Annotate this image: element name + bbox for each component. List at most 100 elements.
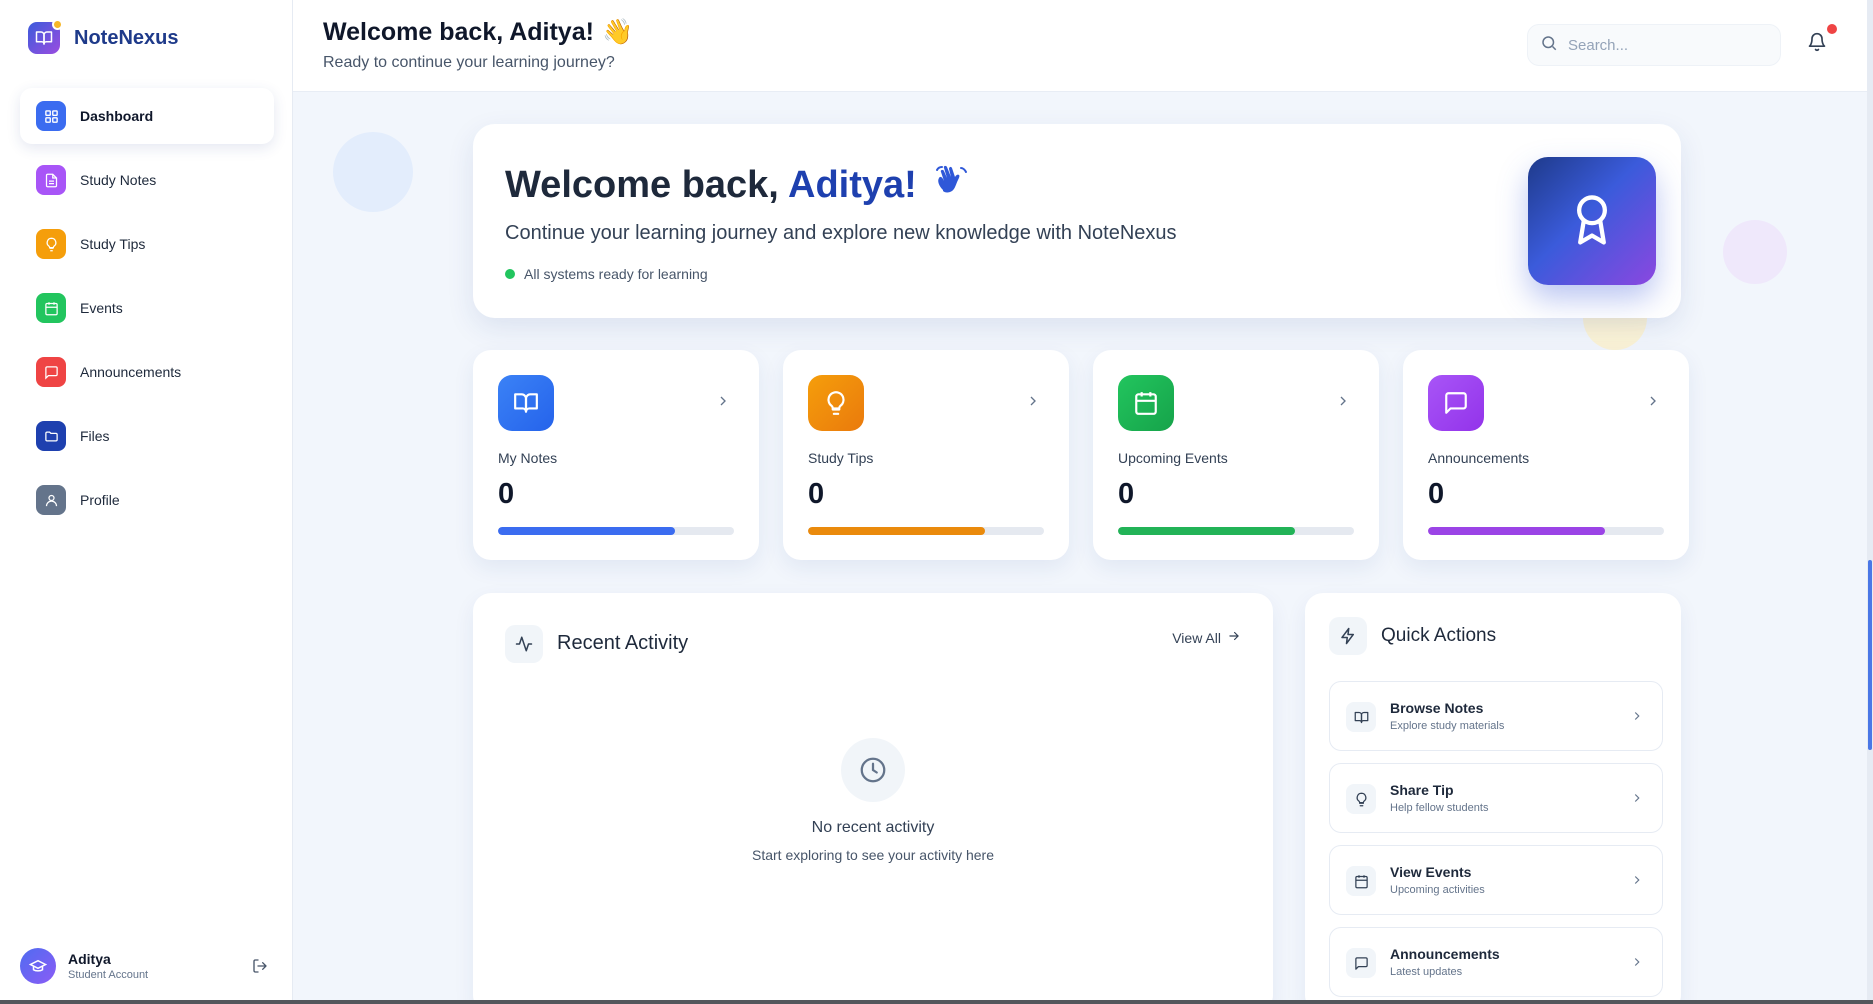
lightbulb-icon <box>808 375 864 431</box>
message-square-icon <box>1346 948 1376 978</box>
grid-icon <box>36 101 66 131</box>
waving-hand-icon <box>931 160 971 210</box>
page-title: Welcome back, Aditya! 👋 <box>323 18 633 47</box>
chevron-right-icon <box>1645 393 1661 409</box>
page-subtitle: Ready to continue your learning journey? <box>323 54 615 71</box>
sidebar-item-study-notes[interactable]: Study Notes <box>20 152 274 208</box>
app-window: NoteNexus Dashboard Study Notes Study Ti… <box>0 0 1873 1000</box>
graduation-cap-icon <box>20 948 56 984</box>
book-open-icon <box>28 19 63 54</box>
notification-bell-icon[interactable] <box>1807 24 1837 56</box>
stat-progress <box>1428 527 1664 535</box>
stat-progress <box>498 527 734 535</box>
quick-action-subtitle: Help fellow students <box>1390 802 1489 814</box>
stat-card-my-notes[interactable]: My Notes 0 <box>473 350 759 560</box>
quick-action-subtitle: Latest updates <box>1390 966 1463 978</box>
sidebar-item-files[interactable]: Files <box>20 408 274 464</box>
sidebar: NoteNexus Dashboard Study Notes Study Ti… <box>0 0 293 1000</box>
stat-progress <box>808 527 1044 535</box>
decor-circle-blue <box>333 132 413 212</box>
stats-row: My Notes 0 Study Tips 0 Upcoming Events <box>473 350 1689 560</box>
user-name: Aditya <box>68 951 111 967</box>
activity-icon <box>505 625 543 663</box>
quick-action-title: Browse Notes <box>1390 700 1484 716</box>
stat-label: Study Tips <box>808 450 874 466</box>
folder-icon <box>36 421 66 451</box>
waving-hand-icon: 👋 <box>601 18 634 46</box>
sidebar-item-announcements[interactable]: Announcements <box>20 344 274 400</box>
stat-progress-fill <box>498 527 675 535</box>
stat-card-upcoming-events[interactable]: Upcoming Events 0 <box>1093 350 1379 560</box>
hero-description: Continue your learning journey and explo… <box>505 222 1177 244</box>
window-bottom-edge <box>0 1000 1873 1004</box>
user-profile[interactable]: Aditya Student Account <box>20 946 274 986</box>
stat-value: 0 <box>498 478 515 510</box>
sidebar-item-label: Announcements <box>80 364 182 380</box>
quick-action-title: Share Tip <box>1390 782 1454 798</box>
stat-label: My Notes <box>498 450 558 466</box>
sidebar-item-label: Profile <box>80 492 120 508</box>
quick-actions-panel: Quick Actions Browse Notes Explore study… <box>1305 593 1681 1000</box>
decor-circle-purple <box>1723 220 1787 284</box>
stat-label: Upcoming Events <box>1118 450 1228 466</box>
award-icon <box>1528 157 1656 285</box>
clock-icon <box>841 738 905 802</box>
brand[interactable]: NoteNexus <box>28 19 178 54</box>
sidebar-item-events[interactable]: Events <box>20 280 274 336</box>
empty-state-subtitle: Start exploring to see your activity her… <box>751 847 994 863</box>
stat-card-announcements[interactable]: Announcements 0 <box>1403 350 1689 560</box>
sidebar-item-profile[interactable]: Profile <box>20 472 274 528</box>
quick-action-view-events[interactable]: View Events Upcoming activities <box>1329 845 1663 915</box>
recent-activity-panel: Recent Activity View All No recent activ… <box>473 593 1273 1000</box>
sidebar-item-label: Study Tips <box>80 236 146 252</box>
logo-accent-dot <box>52 19 63 30</box>
panel-title: Recent Activity <box>557 632 689 654</box>
welcome-hero: Welcome back, Aditya! Continue your lear… <box>473 124 1681 318</box>
scrollbar-thumb[interactable] <box>1868 560 1872 750</box>
sidebar-item-study-tips[interactable]: Study Tips <box>20 216 274 272</box>
main-content: Welcome back, Aditya! 👋 Ready to continu… <box>293 0 1873 1000</box>
hero-title-prefix: Welcome back, <box>505 163 779 206</box>
stat-progress <box>1118 527 1354 535</box>
chevron-right-icon <box>1630 955 1644 969</box>
lightning-icon <box>1329 617 1367 655</box>
stat-progress-fill <box>808 527 985 535</box>
sidebar-item-label: Dashboard <box>80 108 154 124</box>
search-input[interactable] <box>1568 36 1768 54</box>
quick-action-share-tip[interactable]: Share Tip Help fellow students <box>1329 763 1663 833</box>
calendar-icon <box>1346 866 1376 896</box>
search-box[interactable] <box>1527 24 1781 66</box>
stat-card-study-tips[interactable]: Study Tips 0 <box>783 350 1069 560</box>
arrow-right-icon <box>1227 629 1241 646</box>
calendar-icon <box>1118 375 1174 431</box>
calendar-icon <box>36 293 66 323</box>
sidebar-item-label: Files <box>80 428 110 444</box>
message-square-icon <box>36 357 66 387</box>
quick-action-subtitle: Upcoming activities <box>1390 884 1485 896</box>
user-role: Student Account <box>68 969 149 981</box>
stat-progress-fill <box>1428 527 1605 535</box>
stat-value: 0 <box>1428 478 1445 510</box>
chevron-right-icon <box>1335 393 1351 409</box>
sidebar-item-dashboard[interactable]: Dashboard <box>20 88 274 144</box>
system-status: All systems ready for learning <box>505 266 708 282</box>
search-icon <box>1540 34 1558 57</box>
user-info: Aditya Student Account <box>68 951 148 981</box>
page-scrollbar[interactable] <box>1867 0 1873 1000</box>
stat-value: 0 <box>1118 478 1135 510</box>
quick-action-announcements[interactable]: Announcements Latest updates <box>1329 927 1663 997</box>
stat-label: Announcements <box>1428 450 1530 466</box>
quick-action-title: Announcements <box>1390 946 1500 962</box>
sidebar-item-label: Study Notes <box>80 172 157 188</box>
page-title-text: Welcome back, Aditya! <box>323 18 594 46</box>
empty-state-title: No recent activity <box>811 819 935 836</box>
quick-action-subtitle: Explore study materials <box>1390 720 1505 732</box>
notification-badge <box>1827 24 1837 34</box>
logout-icon[interactable] <box>250 956 270 976</box>
view-all-link[interactable]: View All <box>1172 629 1241 646</box>
chevron-right-icon <box>715 393 731 409</box>
book-open-icon <box>1346 702 1376 732</box>
status-dot <box>505 269 515 279</box>
file-text-icon <box>36 165 66 195</box>
quick-action-browse-notes[interactable]: Browse Notes Explore study materials <box>1329 681 1663 751</box>
